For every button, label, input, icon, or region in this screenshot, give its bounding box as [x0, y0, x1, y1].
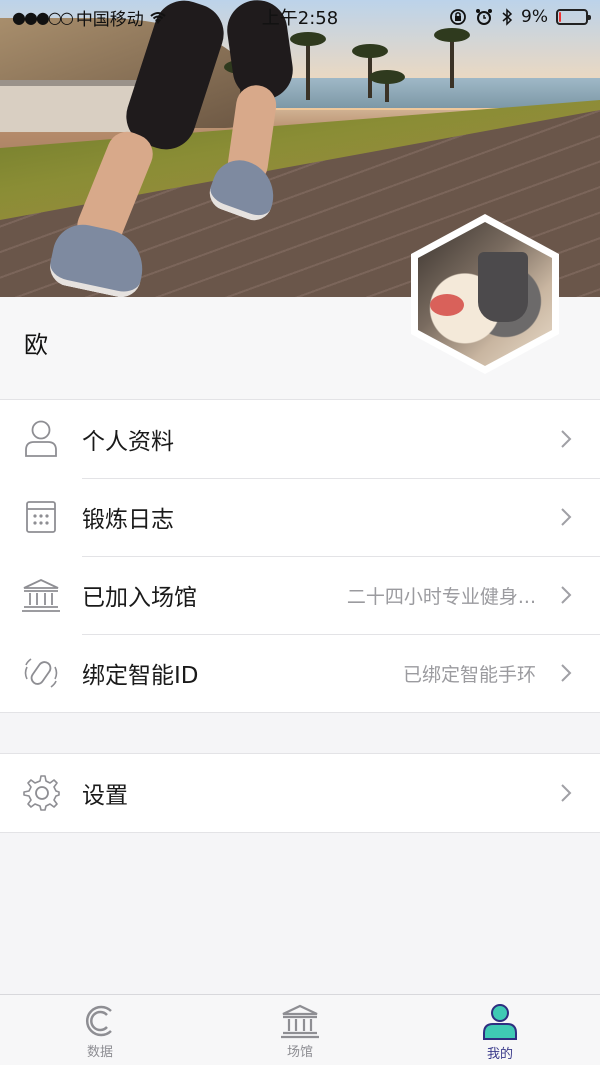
- calendar-icon: [0, 478, 82, 556]
- menu-item-joined-gym[interactable]: 已加入场馆 二十四小时专业健身...: [0, 556, 600, 634]
- chevron-right-icon: [561, 784, 572, 802]
- status-bar: ●●●○○ 中国移动 上午2:58 9%: [0, 0, 600, 34]
- chevron-right-icon: [561, 586, 572, 604]
- person-icon: [0, 400, 82, 478]
- tab-me[interactable]: 我的: [400, 995, 600, 1065]
- cover-sea: [260, 78, 600, 108]
- gear-icon: [0, 754, 82, 832]
- menu-item-label: 绑定智能ID: [82, 663, 199, 689]
- menu-item-personal-info[interactable]: 个人资料: [0, 400, 600, 478]
- palm-tree: [290, 32, 326, 100]
- avatar-photo: [418, 222, 552, 366]
- palm-tree: [434, 28, 470, 88]
- tab-bar: 数据 场馆 我的: [0, 994, 600, 1065]
- tab-label: 数据: [86, 1045, 113, 1060]
- palm-tree: [369, 70, 405, 102]
- chevron-right-icon: [561, 430, 572, 448]
- chevron-right-icon: [561, 664, 572, 682]
- data-c-icon: [85, 1005, 112, 1037]
- battery-icon: [556, 9, 591, 25]
- settings-menu: 设置: [0, 753, 600, 833]
- menu-item-label: 已加入场馆: [82, 585, 197, 611]
- chevron-right-icon: [561, 508, 572, 526]
- tab-gym[interactable]: 场馆: [200, 995, 400, 1065]
- menu-item-settings[interactable]: 设置: [0, 754, 600, 832]
- profile-menu: 个人资料 锻炼日志 已加入场馆 二十四小时专业健身... 绑定智能ID 已绑定智…: [0, 399, 600, 713]
- avatar-food-plate: [430, 294, 464, 316]
- tab-label: 场馆: [286, 1045, 313, 1060]
- menu-item-label: 锻炼日志: [82, 507, 174, 533]
- smart-band-icon: [0, 634, 82, 712]
- tab-label: 我的: [486, 1047, 513, 1062]
- joined-gym-name: 二十四小时专业健身...: [346, 585, 536, 608]
- menu-item-label: 个人资料: [82, 429, 174, 455]
- person-filled-icon: [483, 1004, 517, 1040]
- user-name: 欧: [24, 331, 48, 359]
- status-time: 上午2:58: [261, 8, 339, 29]
- menu-item-bind-smart-id[interactable]: 绑定智能ID 已绑定智能手环: [0, 634, 600, 712]
- avatar-hotpot: [478, 252, 528, 322]
- gym-building-icon: [281, 1004, 319, 1039]
- smart-id-status: 已绑定智能手环: [402, 663, 536, 686]
- gym-building-icon: [0, 556, 82, 634]
- menu-item-label: 设置: [82, 783, 128, 809]
- menu-item-workout-log[interactable]: 锻炼日志: [0, 478, 600, 556]
- tab-data[interactable]: 数据: [0, 995, 200, 1065]
